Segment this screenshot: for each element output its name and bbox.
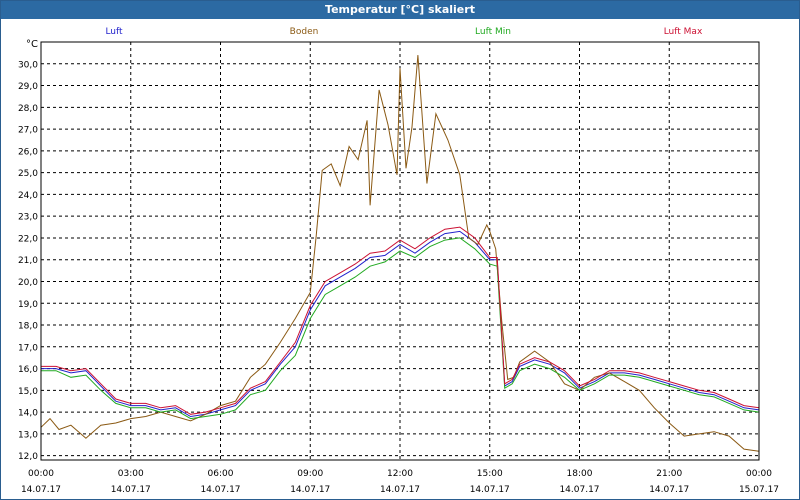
x-tick-date: 14.07.17 (380, 485, 420, 495)
x-tick-date: 14.07.17 (470, 485, 510, 495)
legend-entry: Luft Max (664, 27, 703, 37)
x-tick-time: 09:00 (297, 469, 323, 479)
y-tick-label: 18,0 (18, 322, 38, 332)
y-tick-label: 26,0 (18, 147, 38, 157)
y-axis-ticks: 12,0 13,0 14,0 15,0 16,0 17,0 18,0 19,0 20,0 21,0… (18, 60, 38, 462)
y-tick-label: 29,0 (18, 82, 38, 92)
y-tick-label: 21,0 (18, 256, 38, 266)
y-tick-label: 30,0 (18, 60, 38, 70)
y-tick-label: 12,0 (18, 452, 38, 462)
x-tick-time: 21:00 (656, 469, 682, 479)
x-tick-time: 03:00 (118, 469, 144, 479)
x-tick-date: 14.07.17 (200, 485, 240, 495)
x-tick-time: 00:00 (28, 469, 54, 479)
x-tick-date: 14.07.17 (21, 485, 61, 495)
y-axis-label: °C (26, 39, 38, 50)
y-tick-label: 27,0 (18, 126, 38, 136)
y-tick-label: 15,0 (18, 387, 38, 397)
legend-entry: Luft Min (475, 27, 511, 37)
legend-entry: Luft (105, 27, 123, 37)
x-tick-date: 14.07.17 (290, 485, 330, 495)
x-tick-time: 00:00 (746, 469, 772, 479)
chart-title: Temperatur [°C] skaliert (1, 1, 799, 19)
x-tick-date: 14.07.17 (559, 485, 599, 495)
legend: Luft Boden Luft Min Luft Max (105, 27, 703, 37)
y-tick-label: 25,0 (18, 169, 38, 179)
y-tick-label: 20,0 (18, 278, 38, 288)
x-tick-time: 15:00 (477, 469, 503, 479)
x-tick-date: 15.07.17 (739, 485, 779, 495)
x-tick-time: 18:00 (567, 469, 593, 479)
legend-entry: Boden (290, 27, 319, 37)
x-tick-date: 14.07.17 (111, 485, 151, 495)
x-tick-time: 06:00 (208, 469, 234, 479)
y-tick-label: 28,0 (18, 104, 38, 114)
x-axis-ticks: 00:00 14.07.17 03:00 14.07.17 06:00 14.07.17 0… (21, 469, 779, 495)
x-tick-time: 12:00 (387, 469, 413, 479)
y-tick-label: 23,0 (18, 213, 38, 223)
chart-window: Temperatur [°C] skaliert Luft Boden Luft M… (0, 0, 800, 500)
y-tick-label: 22,0 (18, 234, 38, 244)
x-tick-date: 14.07.17 (649, 485, 689, 495)
y-tick-label: 13,0 (18, 430, 38, 440)
temperature-chart: Luft Boden Luft Min Luft Max °C 12,0 13,0 14,… (18, 27, 779, 495)
y-tick-label: 19,0 (18, 300, 38, 310)
y-tick-label: 16,0 (18, 365, 38, 375)
y-tick-label: 24,0 (18, 191, 38, 201)
y-tick-label: 17,0 (18, 343, 38, 353)
y-tick-label: 14,0 (18, 409, 38, 419)
